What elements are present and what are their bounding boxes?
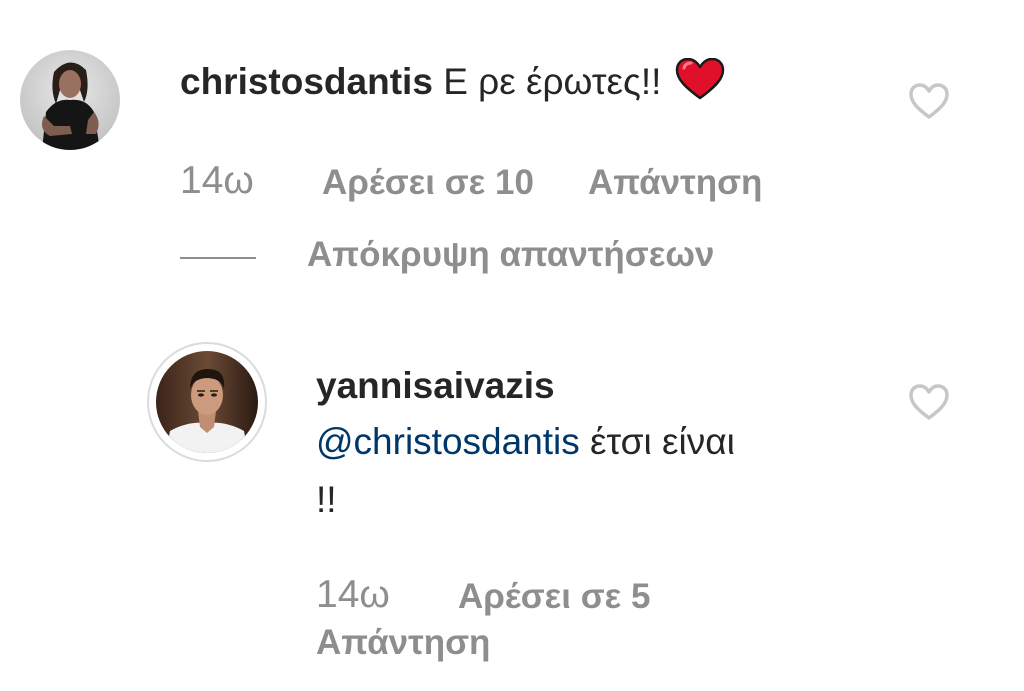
comment-text: έτσι είναι [579, 421, 735, 462]
heart-outline-icon[interactable] [908, 82, 950, 120]
comments-panel: christosdantis Ε ρε έρωτες!! 14ω Αρέσει … [0, 0, 1024, 691]
avatar[interactable] [156, 351, 258, 453]
comment-timestamp[interactable]: 14ω [180, 160, 254, 203]
comment-username[interactable]: christosdantis [180, 61, 433, 102]
comment-body: @christosdantis έτσι είναι [316, 420, 735, 464]
comment-text: !! [316, 479, 337, 520]
reply-label: Απάντηση [588, 163, 763, 202]
comment-username[interactable]: yannisaivazis [316, 365, 555, 406]
hide-replies-button[interactable]: Απόκρυψη απαντήσεων [307, 234, 714, 276]
heart-outline-icon[interactable] [908, 383, 950, 421]
comment-text: Ε ρε έρωτες!! [443, 61, 662, 102]
comment-header: yannisaivazis [316, 364, 555, 408]
mention-link[interactable]: @christosdantis [316, 421, 580, 462]
avatar-photo-christosdantis [20, 50, 120, 150]
comment-timestamp[interactable]: 14ω [316, 574, 390, 617]
comment-body-continued: !! [316, 478, 337, 522]
reply-button[interactable]: Απάντηση [588, 162, 762, 204]
timestamp-text: 14ω [180, 159, 254, 202]
replies-divider [180, 257, 256, 259]
avatar-photo-yannisaivazis [156, 351, 258, 453]
avatar[interactable] [20, 50, 120, 150]
reply-button[interactable]: Απάντηση [316, 622, 490, 664]
likes-count-label: Αρέσει σε 10 [322, 163, 534, 202]
comment-body: christosdantis Ε ρε έρωτες!! [180, 58, 725, 104]
likes-count-button[interactable]: Αρέσει σε 5 [458, 576, 650, 618]
likes-count-button[interactable]: Αρέσει σε 10 [322, 162, 534, 204]
reply-label: Απάντηση [316, 623, 491, 662]
red-heart-icon [676, 58, 725, 100]
timestamp-text: 14ω [316, 573, 390, 616]
likes-count-label: Αρέσει σε 5 [458, 577, 651, 616]
